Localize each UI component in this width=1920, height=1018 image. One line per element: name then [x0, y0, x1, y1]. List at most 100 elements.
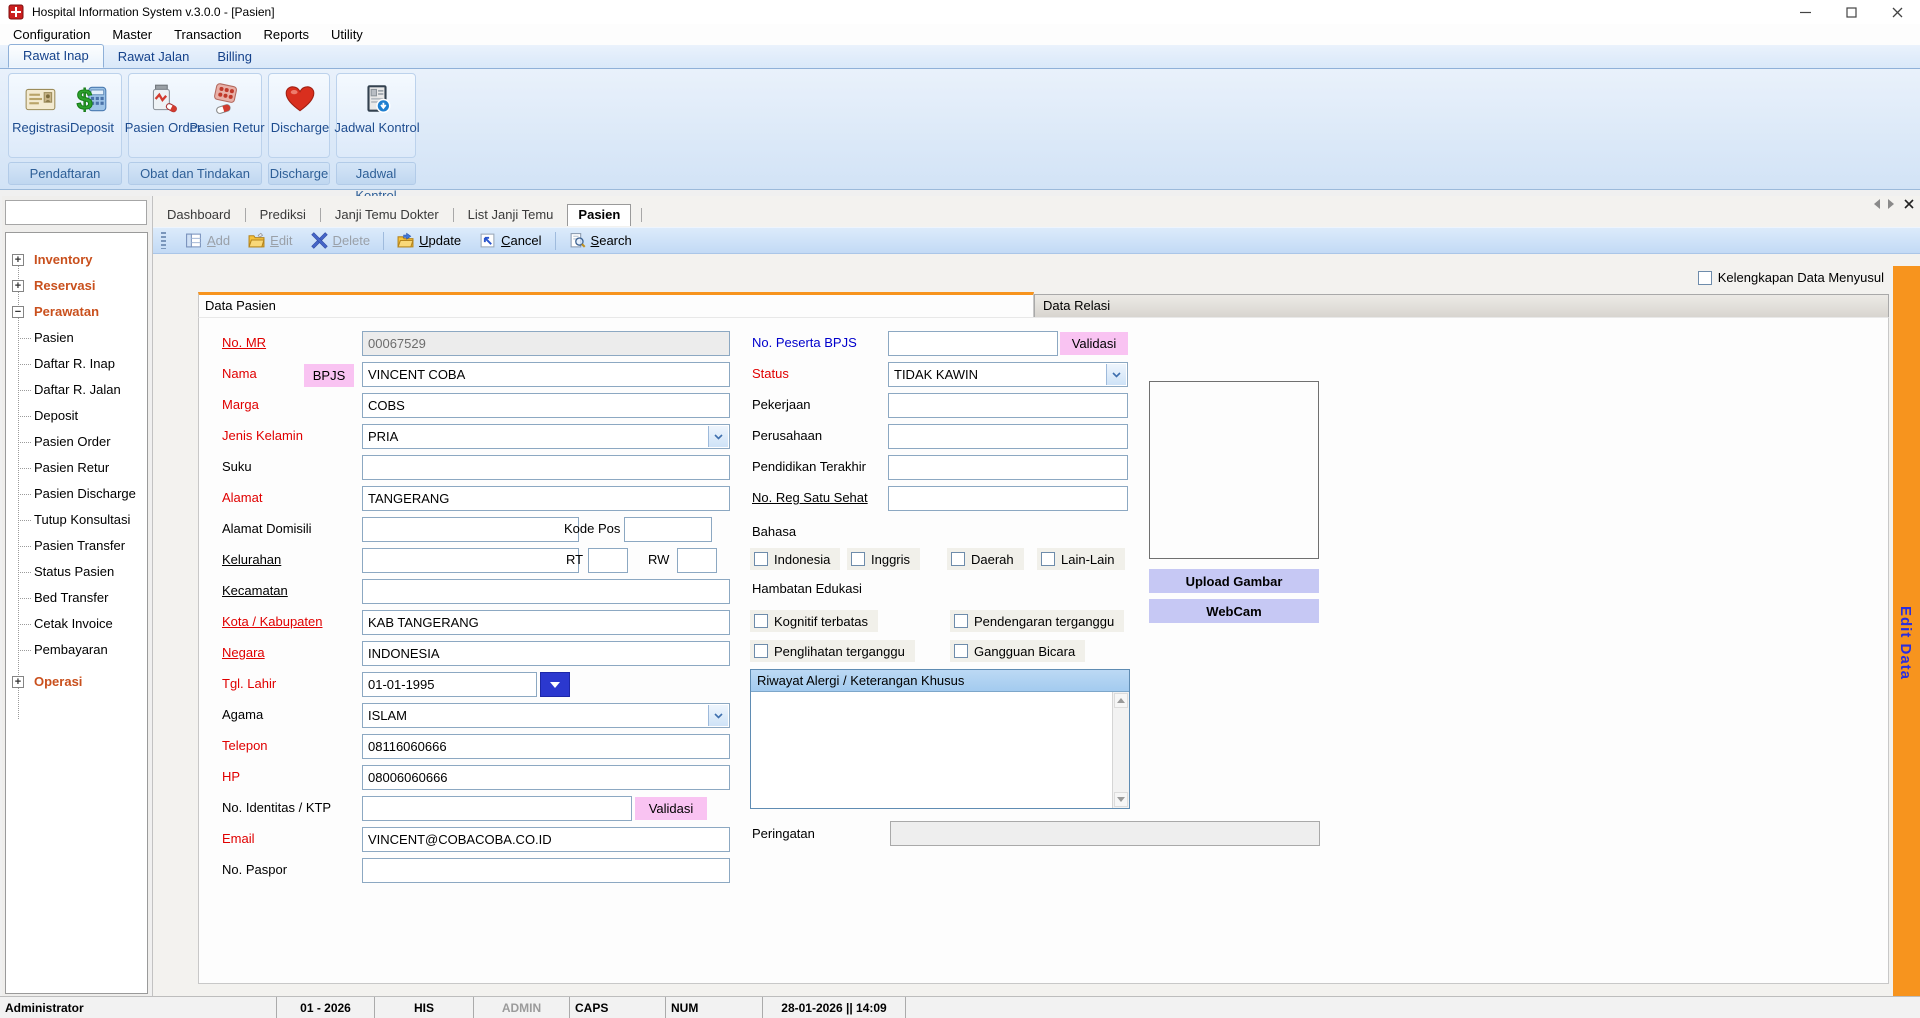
add-button[interactable]: Add	[176, 229, 239, 253]
tree-item-tutup-konsultasi[interactable]: Tutup Konsultasi	[6, 507, 147, 533]
ribbon-tab-billing[interactable]: Billing	[203, 46, 266, 68]
rw-field[interactable]	[677, 548, 717, 573]
tab-scroll-left-button[interactable]	[1874, 199, 1880, 209]
edit-button[interactable]: Edit	[239, 229, 301, 253]
checkbox-pendengaran-terganggu[interactable]: Pendengaran terganggu	[950, 610, 1124, 632]
suku-field[interactable]	[362, 455, 730, 480]
doc-tab-pasien[interactable]: Pasien	[567, 204, 631, 226]
no-peserta-bpjs-field[interactable]	[888, 331, 1058, 356]
tree-item-pasien-order[interactable]: Pasien Order	[6, 429, 147, 455]
riwayat-alergi-textarea[interactable]	[751, 692, 1112, 808]
doc-tab-list-janji-temu[interactable]: List Janji Temu	[464, 205, 558, 224]
checkbox-bahasa-daerah[interactable]: Daerah	[947, 548, 1024, 570]
update-button[interactable]: Update	[388, 229, 470, 253]
maximize-button[interactable]	[1828, 0, 1874, 24]
kelengkapan-checkbox[interactable]: Kelengkapan Data Menyusul	[1698, 270, 1884, 285]
tab-scroll-right-button[interactable]	[1888, 199, 1894, 209]
hp-field[interactable]: 08006060666	[362, 765, 730, 790]
rt-field[interactable]	[588, 548, 628, 573]
close-button[interactable]	[1874, 0, 1920, 24]
tree-item-pasien[interactable]: Pasien	[6, 325, 147, 351]
expand-icon[interactable]: +	[12, 676, 24, 688]
tree-item-pasien-retur[interactable]: Pasien Retur	[6, 455, 147, 481]
status-combo[interactable]: TIDAK KAWIN	[888, 362, 1128, 387]
doc-tab-janji-temu-dokter[interactable]: Janji Temu Dokter	[331, 205, 443, 224]
marga-field[interactable]: COBS	[362, 393, 730, 418]
scroll-up-button[interactable]	[1114, 693, 1128, 708]
checkbox-bahasa-inggris[interactable]: Inggris	[847, 548, 920, 570]
no-paspor-field[interactable]	[362, 858, 730, 883]
pendidikan-terakhir-field[interactable]	[888, 455, 1128, 480]
discharge-button[interactable]: Discharge	[270, 78, 330, 154]
registrasi-button[interactable]: Registrasi	[11, 78, 71, 154]
sidebar-filter-input[interactable]	[5, 200, 147, 225]
menu-transaction[interactable]: Transaction	[163, 27, 252, 42]
tree-item-pasien-transfer[interactable]: Pasien Transfer	[6, 533, 147, 559]
perusahaan-field[interactable]	[888, 424, 1128, 449]
tab-data-pasien[interactable]: Data Pasien	[198, 292, 1034, 317]
tree-item-pasien-discharge[interactable]: Pasien Discharge	[6, 481, 147, 507]
tree-item-inventory[interactable]: +Inventory	[6, 247, 147, 273]
validasi-ktp-button[interactable]: Validasi	[635, 797, 707, 820]
date-picker-button[interactable]	[540, 672, 570, 697]
tree-item-deposit[interactable]: Deposit	[6, 403, 147, 429]
kode-pos-field[interactable]	[624, 517, 712, 542]
tree-item-status-pasien[interactable]: Status Pasien	[6, 559, 147, 585]
chevron-down-icon[interactable]	[1106, 364, 1126, 385]
edit-data-strip[interactable]: Edit Data	[1893, 266, 1920, 996]
agama-combo[interactable]: ISLAM	[362, 703, 730, 728]
menu-utility[interactable]: Utility	[320, 27, 374, 42]
doc-tab-dashboard[interactable]: Dashboard	[163, 205, 235, 224]
tgl-lahir-field[interactable]: 01-01-1995	[362, 672, 537, 697]
webcam-button[interactable]: WebCam	[1149, 599, 1319, 623]
pasien-order-button[interactable]: Pasien Order	[131, 78, 195, 154]
negara-field[interactable]: INDONESIA	[362, 641, 730, 666]
validasi-bpjs-button[interactable]: Validasi	[1060, 332, 1128, 355]
tab-data-relasi[interactable]: Data Relasi	[1034, 294, 1889, 317]
alamat-domisili-field[interactable]	[362, 517, 579, 542]
no-mr-field[interactable]: 00067529	[362, 331, 730, 356]
menu-configuration[interactable]: Configuration	[2, 27, 101, 42]
expand-icon[interactable]: +	[12, 280, 24, 292]
kelurahan-field[interactable]	[362, 548, 579, 573]
peringatan-field[interactable]	[890, 821, 1320, 846]
tree-item-daftar-r-inap[interactable]: Daftar R. Inap	[6, 351, 147, 377]
upload-gambar-button[interactable]: Upload Gambar	[1149, 569, 1319, 593]
search-button[interactable]: Search	[560, 229, 641, 253]
tree-item-cetak-invoice[interactable]: Cetak Invoice	[6, 611, 147, 637]
chevron-down-icon[interactable]	[708, 705, 728, 726]
alamat-field[interactable]: TANGERANG	[362, 486, 730, 511]
jadwal-kontrol-button[interactable]: Jadwal Kontrol	[340, 78, 414, 154]
expand-icon[interactable]: +	[12, 254, 24, 266]
ribbon-tab-rawat-jalan[interactable]: Rawat Jalan	[104, 46, 204, 68]
checkbox-gangguan-bicara[interactable]: Gangguan Bicara	[950, 640, 1085, 662]
pasien-retur-button[interactable]: Pasien Retur	[195, 78, 259, 154]
scroll-down-button[interactable]	[1114, 792, 1128, 807]
tab-close-button[interactable]	[1904, 199, 1914, 209]
bpjs-button[interactable]: BPJS	[304, 364, 354, 387]
chevron-down-icon[interactable]	[708, 426, 728, 447]
deposit-button[interactable]: $ Deposit	[65, 78, 119, 154]
checkbox-kognitif-terbatas[interactable]: Kognitif terbatas	[750, 610, 878, 632]
tree-item-pembayaran[interactable]: Pembayaran	[6, 637, 147, 663]
no-reg-satu-sehat-field[interactable]	[888, 486, 1128, 511]
no-identitas-field[interactable]	[362, 796, 632, 821]
pekerjaan-field[interactable]	[888, 393, 1128, 418]
telepon-field[interactable]: 08116060666	[362, 734, 730, 759]
toolbar-grip[interactable]	[161, 232, 166, 249]
cancel-button[interactable]: Cancel	[470, 229, 550, 253]
menu-reports[interactable]: Reports	[253, 27, 321, 42]
jenis-kelamin-combo[interactable]: PRIA	[362, 424, 730, 449]
kecamatan-field[interactable]	[362, 579, 730, 604]
doc-tab-prediksi[interactable]: Prediksi	[256, 205, 310, 224]
menu-master[interactable]: Master	[101, 27, 163, 42]
tree-item-daftar-r-jalan[interactable]: Daftar R. Jalan	[6, 377, 147, 403]
delete-button[interactable]: Delete	[302, 229, 380, 253]
tree-item-bed-transfer[interactable]: Bed Transfer	[6, 585, 147, 611]
nama-field[interactable]: VINCENT COBA	[362, 362, 730, 387]
vertical-scrollbar[interactable]	[1112, 692, 1129, 808]
collapse-icon[interactable]: −	[12, 306, 24, 318]
checkbox-bahasa-indonesia[interactable]: Indonesia	[750, 548, 840, 570]
minimize-button[interactable]	[1782, 0, 1828, 24]
checkbox-bahasa-lain-lain[interactable]: Lain-Lain	[1037, 548, 1125, 570]
